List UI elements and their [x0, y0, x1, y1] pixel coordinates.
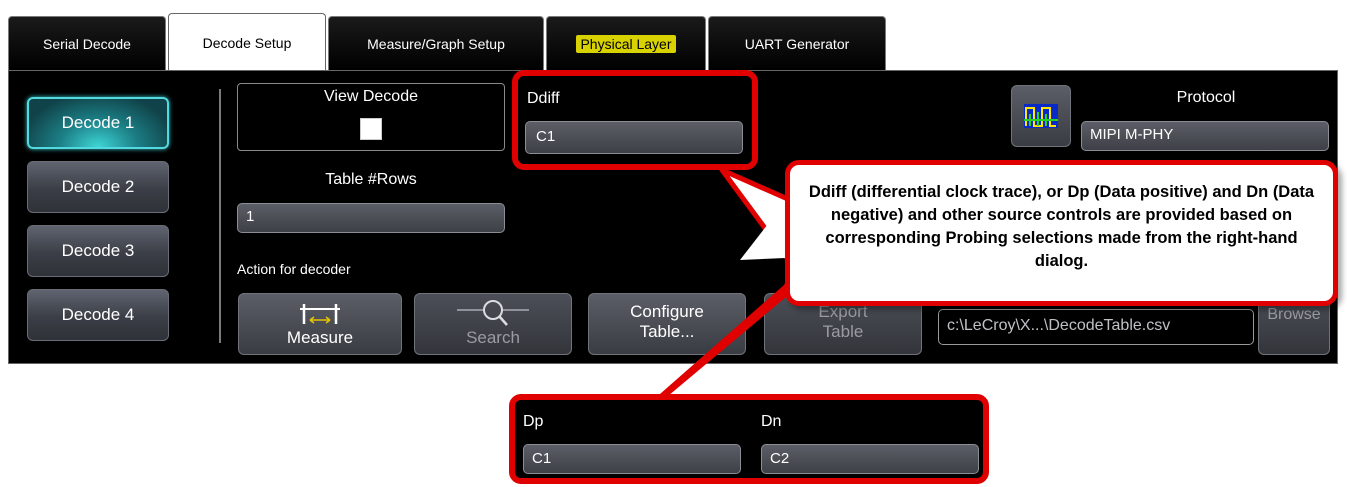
- dn-source-field[interactable]: C2: [761, 444, 979, 474]
- dp-dn-popup: Dp C1 Dn C2: [509, 394, 989, 484]
- dp-label: Dp: [523, 413, 544, 430]
- callout-box: Ddiff (differential clock trace), or Dp …: [785, 160, 1338, 306]
- dn-label: Dn: [761, 413, 782, 430]
- callout-text: Ddiff (differential clock trace), or Dp …: [808, 183, 1315, 270]
- dp-source-field[interactable]: C1: [523, 444, 741, 474]
